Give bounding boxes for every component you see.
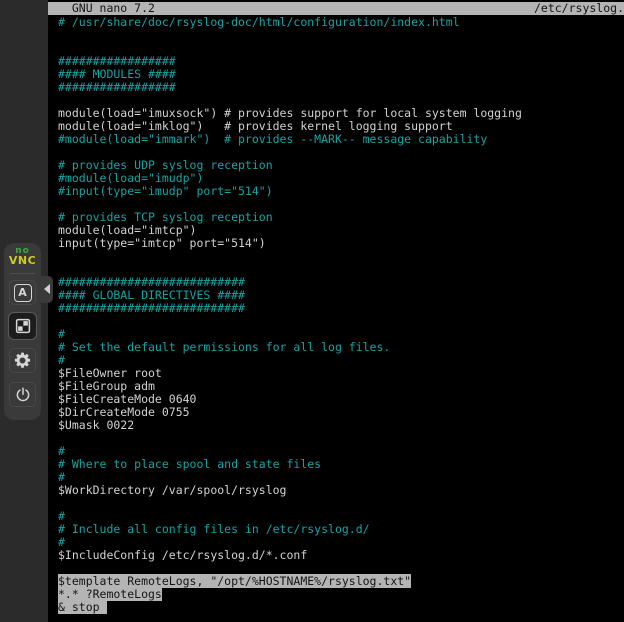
- editor-line[interactable]: # /usr/share/doc/rsyslog-doc/html/config…: [58, 16, 624, 29]
- nano-version: GNU nano 7.2: [48, 2, 155, 15]
- power-icon: [14, 386, 32, 404]
- editor-line[interactable]: #module(load="immark") # provides --MARK…: [58, 133, 624, 146]
- gear-icon: [13, 351, 32, 370]
- novnc-logo-bottom: VNC: [4, 255, 41, 266]
- editor-line[interactable]: [58, 315, 624, 328]
- fullscreen-button[interactable]: [8, 312, 37, 340]
- collapse-arrow-icon: [44, 284, 50, 294]
- editor-line[interactable]: # Where to place spool and state files: [58, 458, 624, 471]
- keyboard-a-icon: A: [14, 284, 32, 302]
- editor-line[interactable]: input(type="imtcp" port="514"): [58, 237, 624, 250]
- terminal: GNU nano 7.2 /etc/rsyslog. # /usr/share/…: [48, 0, 624, 622]
- logo-separator: [10, 273, 35, 274]
- editor-line[interactable]: ###########################: [58, 302, 624, 315]
- disconnect-button[interactable]: [9, 382, 36, 407]
- editor-line[interactable]: #input(type="imudp" port="514"): [58, 185, 624, 198]
- editor-line[interactable]: # Set the default permissions for all lo…: [58, 341, 624, 354]
- nano-file-path: /etc/rsyslog.: [534, 2, 624, 15]
- extra-keys-button[interactable]: A: [9, 280, 36, 305]
- editor-line[interactable]: [58, 497, 624, 510]
- nano-titlebar: GNU nano 7.2 /etc/rsyslog.: [48, 2, 624, 15]
- editor-line[interactable]: [58, 29, 624, 42]
- text-cursor: [100, 601, 107, 614]
- editor-content[interactable]: # /usr/share/doc/rsyslog-doc/html/config…: [48, 16, 624, 614]
- editor-line[interactable]: & stop: [58, 601, 624, 614]
- fullscreen-icon: [14, 317, 32, 335]
- editor-line[interactable]: [58, 432, 624, 445]
- editor-line[interactable]: # Include all config files in /etc/rsysl…: [58, 523, 624, 536]
- editor-line[interactable]: *.* ?RemoteLogs: [58, 588, 624, 601]
- editor-line[interactable]: $IncludeConfig /etc/rsyslog.d/*.conf: [58, 549, 624, 562]
- editor-line[interactable]: #################: [58, 81, 624, 94]
- editor-line[interactable]: $Umask 0022: [58, 419, 624, 432]
- novnc-logo: no VNC: [4, 247, 41, 266]
- editor-line[interactable]: [58, 250, 624, 263]
- desktop: GNU nano 7.2 /etc/rsyslog. # /usr/share/…: [0, 0, 624, 622]
- vnc-control-bar: no VNC A: [4, 243, 41, 420]
- settings-button[interactable]: [9, 348, 36, 373]
- editor-line[interactable]: $WorkDirectory /var/spool/rsyslog: [58, 484, 624, 497]
- editor-line[interactable]: $DirCreateMode 0755: [58, 406, 624, 419]
